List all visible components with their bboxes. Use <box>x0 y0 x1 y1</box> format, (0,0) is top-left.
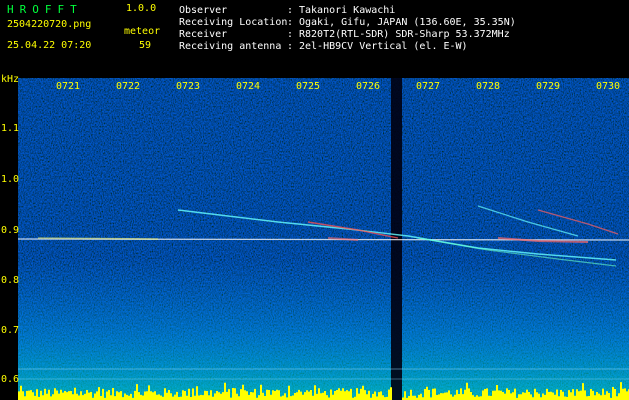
image-filename: 2504220720.png <box>7 19 92 30</box>
x-tick-label: 0730 <box>596 81 621 92</box>
receiver-label: Receiver <box>179 29 228 40</box>
x-tick-label: 0729 <box>536 81 561 92</box>
observer-sep: : <box>287 5 294 16</box>
observer-value: Takanori Kawachi <box>299 5 396 16</box>
y-tick-label: 0.9 <box>1 225 20 236</box>
spectrogram-canvas <box>18 78 629 400</box>
x-tick-label: 0728 <box>476 81 501 92</box>
x-tick-label: 0726 <box>356 81 381 92</box>
y-tick-label: 0.8 <box>1 275 20 286</box>
hrofft-window: HROFFT 1.0.0 2504220720.png 25.04.22 07:… <box>0 0 629 400</box>
location-value: Ogaki, Gifu, JAPAN (136.60E, 35.35N) <box>299 17 516 28</box>
observer-label: Observer <box>179 5 228 16</box>
antenna-sep: : <box>287 41 294 52</box>
x-tick-label: 0723 <box>176 81 201 92</box>
antenna-value: 2el-HB9CV Vertical (el. E-W) <box>299 41 468 52</box>
y-axis-unit: kHz <box>1 74 20 85</box>
app-title: HROFFT <box>7 3 83 16</box>
app-version: 1.0.0 <box>126 3 157 14</box>
y-tick-label: 1.1 <box>1 123 20 134</box>
y-tick-label: 1.0 <box>1 174 20 185</box>
location-sep: : <box>287 17 294 28</box>
spectrogram <box>18 78 629 400</box>
y-tick-label: 0.6 <box>1 374 20 385</box>
y-tick-label: 0.7 <box>1 325 20 336</box>
image-datetime: 25.04.22 07:20 <box>7 40 92 51</box>
receiver-value: R820T2(RTL-SDR) SDR-Sharp 53.372MHz <box>299 29 510 40</box>
x-tick-label: 0727 <box>416 81 441 92</box>
meteor-head <box>37 237 159 240</box>
x-tick-label: 0721 <box>56 81 81 92</box>
x-tick-label: 0722 <box>116 81 141 92</box>
meteor-count-value: 59 <box>139 40 152 51</box>
antenna-label: Receiving antenna <box>179 41 282 52</box>
receiver-sep: : <box>287 29 294 40</box>
x-tick-label: 0725 <box>296 81 321 92</box>
meteor-count-label: meteor <box>124 26 161 37</box>
location-label: Receiving Location <box>179 17 288 28</box>
x-tick-label: 0724 <box>236 81 261 92</box>
